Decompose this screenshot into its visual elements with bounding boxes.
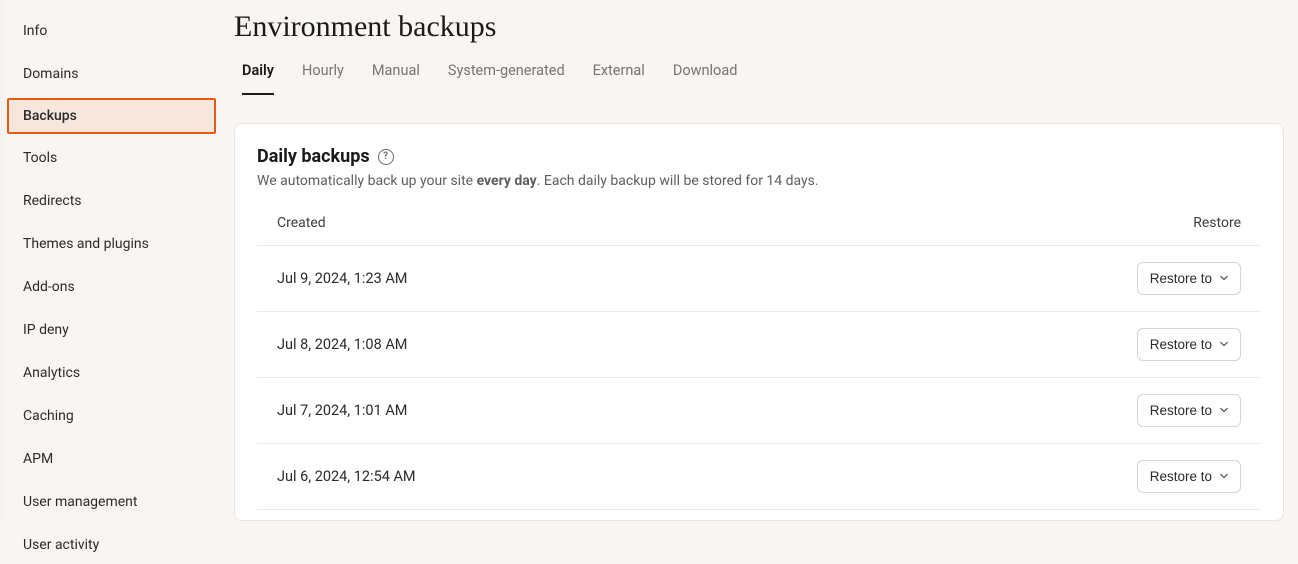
main: Environment backups Daily Hourly Manual Sys…	[220, 0, 1298, 521]
restore-button-label: Restore to	[1150, 337, 1212, 352]
created-cell: Jul 8, 2024, 1:08 AM	[277, 336, 407, 353]
created-cell: Jul 9, 2024, 1:23 AM	[277, 270, 407, 287]
restore-button[interactable]: Restore to	[1137, 394, 1241, 427]
sidebar-item-user-activity[interactable]: User activity	[3, 526, 220, 564]
sidebar-item-user-management[interactable]: User management	[3, 483, 220, 521]
sidebar-item-info[interactable]: Info	[3, 12, 220, 50]
col-restore: Restore	[1193, 215, 1241, 231]
desc-bold: every day	[477, 173, 537, 189]
desc-prefix: We automatically back up your site	[257, 173, 477, 189]
sidebar-item-themes-and-plugins[interactable]: Themes and plugins	[3, 225, 220, 263]
desc-suffix: . Each daily backup will be stored for 1…	[537, 173, 819, 189]
sidebar-item-redirects[interactable]: Redirects	[3, 182, 220, 220]
tab-external[interactable]: External	[593, 62, 645, 95]
sidebar-item-tools[interactable]: Tools	[3, 139, 220, 177]
sidebar-item-backups[interactable]: Backups	[7, 98, 216, 134]
chevron-down-icon	[1220, 473, 1228, 481]
chevron-down-icon	[1220, 341, 1228, 349]
backups-table: Created Restore Jul 9, 2024, 1:23 AM Rest…	[257, 215, 1261, 510]
tab-hourly[interactable]: Hourly	[302, 62, 344, 95]
sidebar-item-add-ons[interactable]: Add-ons	[3, 268, 220, 306]
card-title: Daily backups	[257, 146, 370, 167]
card-description: We automatically back up your site every…	[257, 173, 1261, 189]
table-row: Jul 7, 2024, 1:01 AM Restore to	[257, 378, 1261, 444]
backups-card: Daily backups ? We automatically back up…	[234, 123, 1284, 521]
table-row: Jul 6, 2024, 12:54 AM Restore to	[257, 444, 1261, 510]
tab-daily[interactable]: Daily	[242, 62, 274, 95]
tab-download[interactable]: Download	[673, 62, 738, 95]
restore-button-label: Restore to	[1150, 469, 1212, 484]
sidebar-item-apm[interactable]: APM	[3, 440, 220, 478]
sidebar-item-ip-deny[interactable]: IP deny	[3, 311, 220, 349]
table-row: Jul 9, 2024, 1:23 AM Restore to	[257, 246, 1261, 312]
restore-button[interactable]: Restore to	[1137, 460, 1241, 493]
chevron-down-icon	[1220, 407, 1228, 415]
restore-button-label: Restore to	[1150, 403, 1212, 418]
tabs: Daily Hourly Manual System-generated Externa…	[242, 62, 1284, 95]
restore-button[interactable]: Restore to	[1137, 262, 1241, 295]
tab-system-generated[interactable]: System-generated	[448, 62, 565, 95]
sidebar-item-caching[interactable]: Caching	[3, 397, 220, 435]
help-icon[interactable]: ?	[378, 149, 394, 165]
card-heading: Daily backups ?	[257, 146, 1261, 167]
sidebar-item-analytics[interactable]: Analytics	[3, 354, 220, 392]
chevron-down-icon	[1220, 275, 1228, 283]
created-cell: Jul 7, 2024, 1:01 AM	[277, 402, 407, 419]
sidebar-item-domains[interactable]: Domains	[3, 55, 220, 93]
page-title: Environment backups	[234, 10, 1284, 44]
sidebar: Info Domains Backups Tools Redirects Themes a…	[0, 0, 220, 521]
restore-button-label: Restore to	[1150, 271, 1212, 286]
created-cell: Jul 6, 2024, 12:54 AM	[277, 468, 416, 485]
table-header: Created Restore	[257, 215, 1261, 246]
table-row: Jul 8, 2024, 1:08 AM Restore to	[257, 312, 1261, 378]
restore-button[interactable]: Restore to	[1137, 328, 1241, 361]
tab-manual[interactable]: Manual	[372, 62, 420, 95]
col-created: Created	[277, 215, 326, 231]
